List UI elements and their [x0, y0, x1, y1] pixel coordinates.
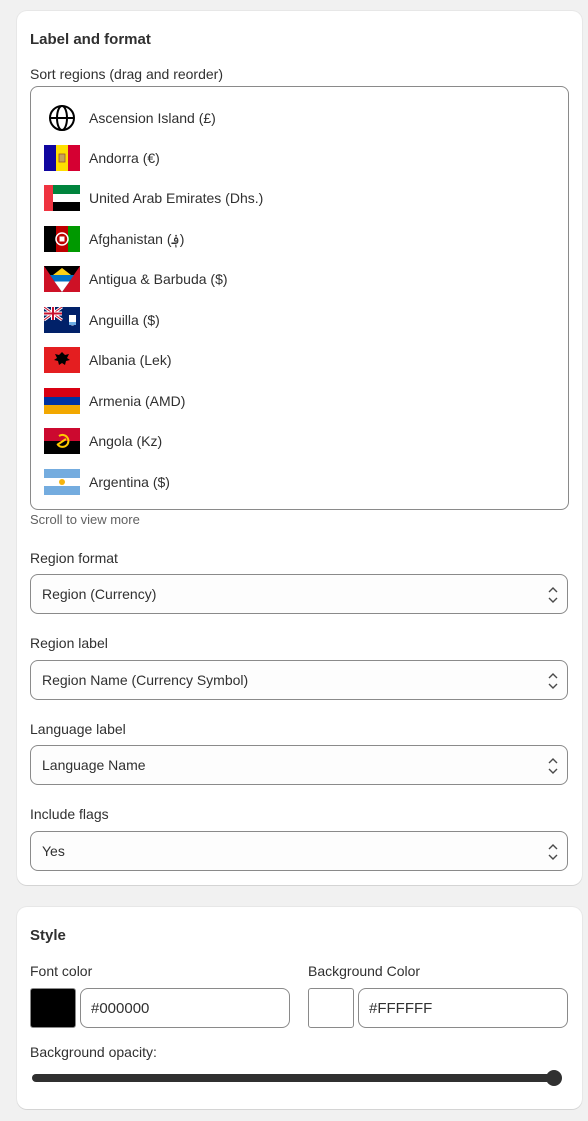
opacity-slider-thumb[interactable] [546, 1070, 562, 1086]
include-flags-value: Yes [42, 843, 65, 859]
background-color-input[interactable] [358, 988, 568, 1028]
region-name: Anguilla ($) [89, 312, 160, 328]
background-color-swatch[interactable] [308, 988, 354, 1028]
label-format-card: Label and format Sort regions (drag and … [17, 11, 582, 885]
region-name: Armenia (AMD) [89, 393, 186, 409]
select-chevron-icon [548, 587, 558, 603]
style-card: Style Font color Background Color Backgr… [17, 907, 582, 1109]
region-name: Afghanistan (؋) [89, 230, 185, 247]
scroll-hint: Scroll to view more [30, 512, 140, 527]
region-label-label: Region label [30, 635, 108, 651]
font-color-label: Font color [30, 963, 93, 979]
region-name: United Arab Emirates (Dhs.) [89, 190, 264, 206]
region-sort-list[interactable]: Ascension Island (£) Andorra (€) United … [30, 86, 569, 510]
region-label-select[interactable]: Region Name (Currency Symbol) [30, 660, 568, 700]
background-opacity-label: Background opacity: [30, 1044, 157, 1060]
select-chevron-icon [548, 673, 558, 689]
region-item-angola[interactable]: Angola (Kz) [31, 421, 568, 461]
language-label-value: Language Name [42, 757, 146, 773]
anguilla-flag-icon [44, 307, 80, 333]
region-item-armenia[interactable]: Armenia (AMD) [31, 381, 568, 421]
region-item-argentina[interactable]: Argentina ($) [31, 462, 568, 502]
font-color-input[interactable] [80, 988, 290, 1028]
region-format-value: Region (Currency) [42, 586, 157, 602]
include-flags-label: Include flags [30, 806, 109, 822]
card-title: Label and format [30, 31, 151, 48]
select-chevron-icon [548, 844, 558, 860]
region-label-value: Region Name (Currency Symbol) [42, 672, 249, 688]
font-color-swatch[interactable] [30, 988, 76, 1028]
afghanistan-flag-icon [44, 226, 80, 252]
armenia-flag-icon [44, 388, 80, 414]
sort-regions-label: Sort regions (drag and reorder) [30, 66, 223, 82]
albania-flag-icon [44, 347, 80, 373]
select-chevron-icon [548, 758, 558, 774]
language-label-label: Language label [30, 721, 126, 737]
region-format-select[interactable]: Region (Currency) [30, 574, 568, 614]
region-item-afghanistan[interactable]: Afghanistan (؋) [31, 219, 568, 259]
region-item-antigua-barbuda[interactable]: Antigua & Barbuda ($) [31, 259, 568, 299]
region-item-anguilla[interactable]: Anguilla ($) [31, 300, 568, 340]
region-name: Ascension Island (£) [89, 110, 216, 126]
region-format-label: Region format [30, 550, 118, 566]
argentina-flag-icon [44, 469, 80, 495]
language-label-select[interactable]: Language Name [30, 745, 568, 785]
background-color-label: Background Color [308, 963, 421, 979]
globe-icon [44, 105, 80, 131]
region-item-ascension-island[interactable]: Ascension Island (£) [31, 98, 568, 138]
region-item-uae[interactable]: United Arab Emirates (Dhs.) [31, 178, 568, 218]
region-item-albania[interactable]: Albania (Lek) [31, 340, 568, 380]
card-title: Style [30, 927, 66, 944]
opacity-slider-track[interactable] [32, 1074, 560, 1082]
uae-flag-icon [44, 185, 80, 211]
antigua-barbuda-flag-icon [44, 266, 80, 292]
include-flags-select[interactable]: Yes [30, 831, 568, 871]
region-name: Angola (Kz) [89, 433, 163, 449]
region-name: Albania (Lek) [89, 352, 172, 368]
andorra-flag-icon [44, 145, 80, 171]
region-name: Argentina ($) [89, 474, 170, 490]
region-name: Antigua & Barbuda ($) [89, 271, 228, 287]
angola-flag-icon [44, 428, 80, 454]
region-name: Andorra (€) [89, 150, 160, 166]
region-item-andorra[interactable]: Andorra (€) [31, 138, 568, 178]
